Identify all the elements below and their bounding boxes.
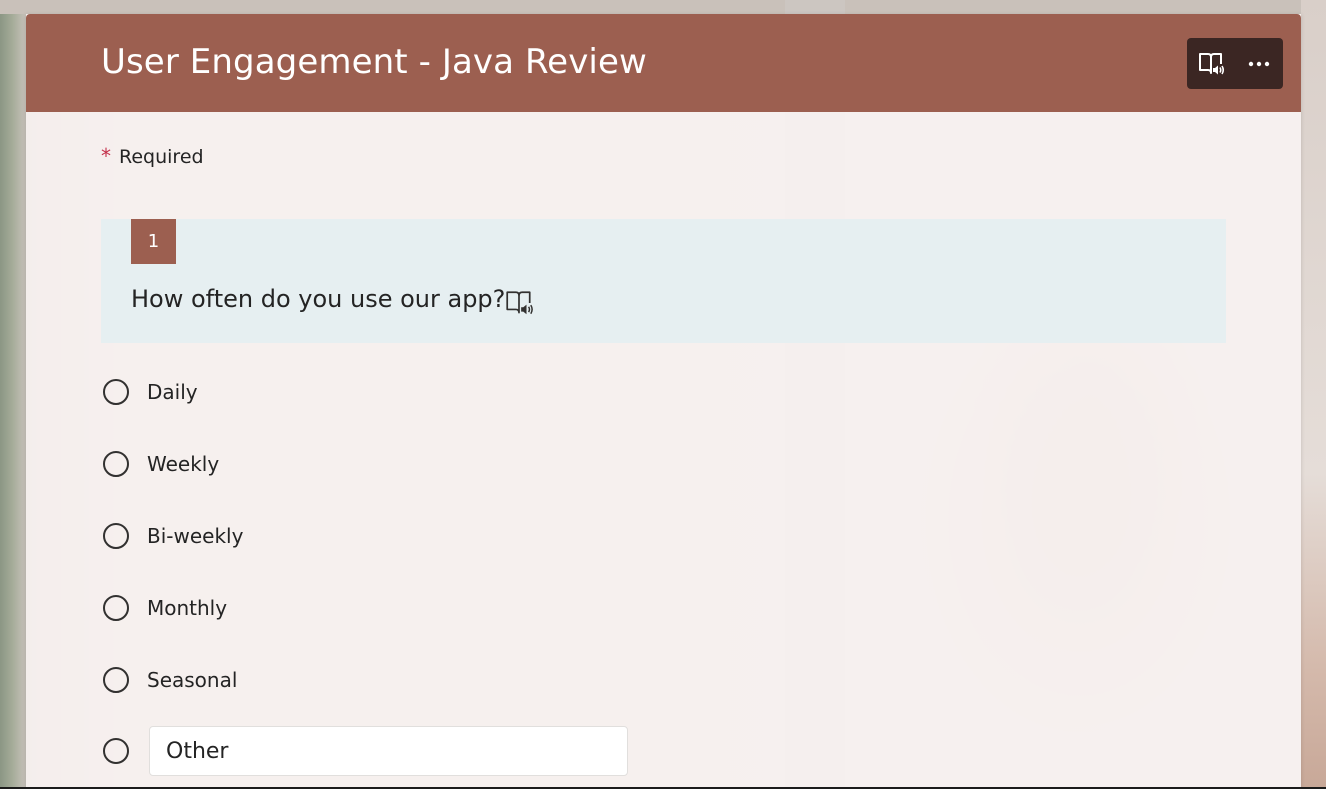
more-options-icon <box>1248 61 1270 66</box>
option-label: Monthly <box>147 596 228 620</box>
form-title: User Engagement - Java Review <box>101 42 647 82</box>
form-header: User Engagement - Java Review <box>26 14 1301 112</box>
option-label: Bi-weekly <box>147 524 244 548</box>
header-toolbar <box>1187 38 1283 89</box>
background-top-strip <box>0 0 1326 14</box>
option-daily[interactable]: Daily <box>103 375 198 409</box>
immersive-reader-icon <box>1199 52 1225 74</box>
form-card: User Engagement - Java Review * Required… <box>26 14 1301 789</box>
radio-button[interactable] <box>103 738 129 764</box>
option-other[interactable] <box>103 734 129 768</box>
option-weekly[interactable]: Weekly <box>103 447 219 481</box>
required-note: * Required <box>101 144 204 168</box>
question-text: How often do you use our app? <box>131 285 506 313</box>
radio-button[interactable] <box>103 451 129 477</box>
radio-button[interactable] <box>103 523 129 549</box>
option-label: Weekly <box>147 452 220 476</box>
option-label: Daily <box>147 380 198 404</box>
required-label: Required <box>119 146 204 168</box>
option-monthly[interactable]: Monthly <box>103 591 227 625</box>
question-block: 1 How often do you use our app? <box>101 219 1226 343</box>
required-star: * <box>101 144 111 168</box>
immersive-reader-icon <box>506 291 533 315</box>
background-right-edge <box>1301 0 1326 789</box>
option-seasonal[interactable]: Seasonal <box>103 663 237 697</box>
radio-button[interactable] <box>103 667 129 693</box>
option-label: Seasonal <box>147 668 238 692</box>
other-text-input[interactable] <box>149 726 628 776</box>
more-options-button[interactable] <box>1235 38 1283 89</box>
option-bi-weekly[interactable]: Bi-weekly <box>103 519 243 553</box>
immersive-reader-button[interactable] <box>1187 38 1235 89</box>
radio-button[interactable] <box>103 379 129 405</box>
question-immersive-reader-button[interactable] <box>504 289 534 317</box>
radio-button[interactable] <box>103 595 129 621</box>
question-number: 1 <box>131 219 176 264</box>
